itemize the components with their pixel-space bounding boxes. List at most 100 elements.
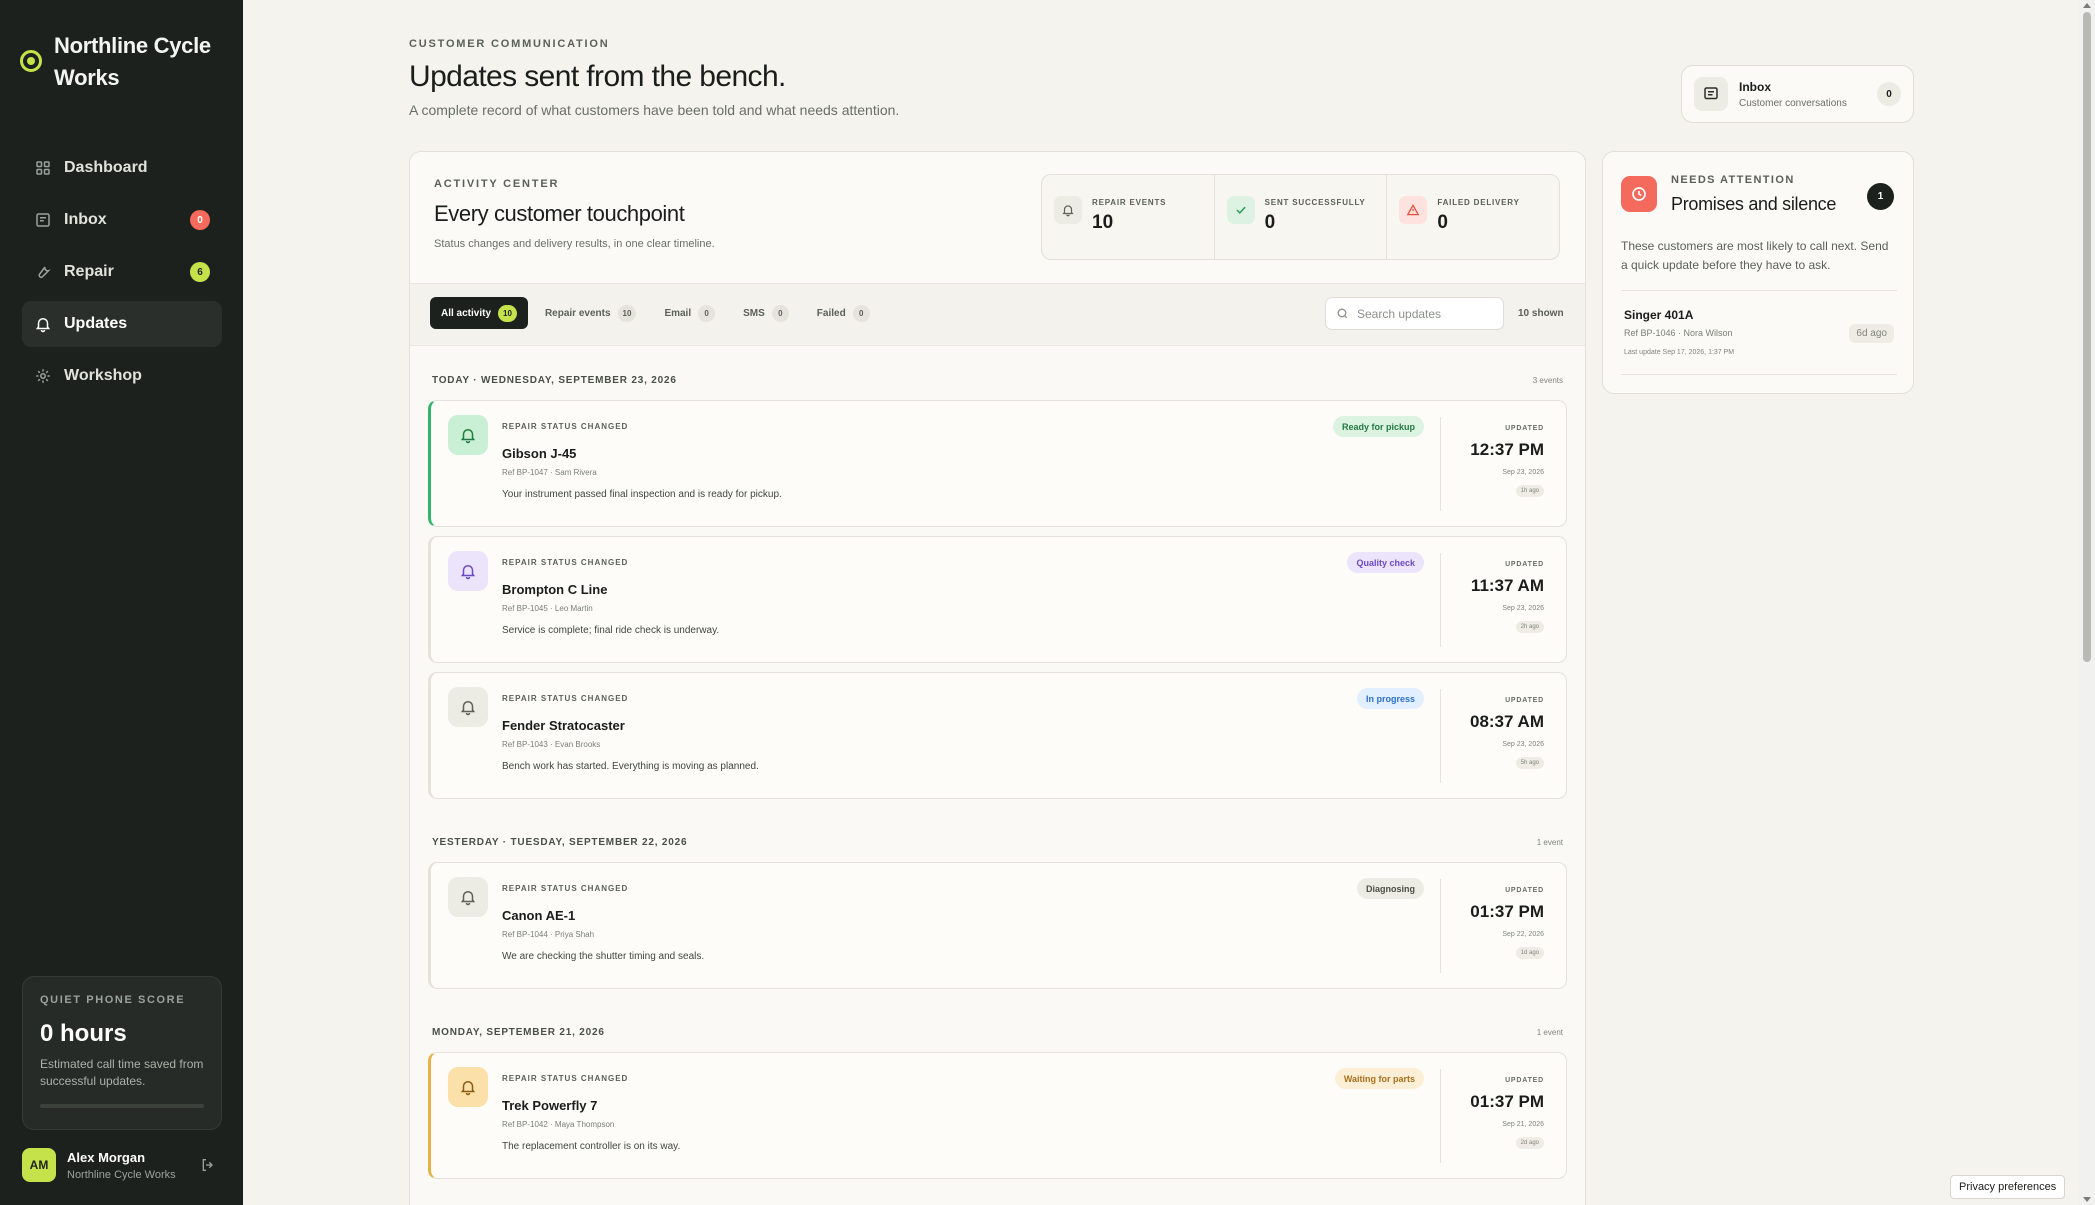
- logout-icon[interactable]: [200, 1157, 216, 1173]
- tab-label: Email: [664, 307, 692, 319]
- nav-badge: 6: [190, 262, 210, 282]
- event-age: 2h ago: [1515, 621, 1544, 633]
- tab-sms[interactable]: SMS 0: [732, 297, 800, 329]
- sidebar-item-dashboard[interactable]: Dashboard: [22, 145, 222, 191]
- brand[interactable]: Northline Cycle Works: [20, 30, 214, 94]
- event-message: Bench work has started. Everything is mo…: [502, 761, 759, 772]
- event-card[interactable]: REPAIR STATUS CHANGED Trek Powerfly 7 Ref …: [428, 1052, 1567, 1179]
- event-age: 2d ago: [1515, 1137, 1544, 1149]
- bell-icon: [448, 415, 488, 455]
- tab-repair-events[interactable]: Repair events 10: [534, 297, 648, 329]
- event-card[interactable]: REPAIR STATUS CHANGED Canon AE-1 Ref BP-10…: [428, 862, 1567, 989]
- event-message: We are checking the shutter timing and s…: [502, 951, 705, 962]
- attention-item-ref: Ref BP-1046 · Nora Wilson: [1624, 328, 1733, 338]
- scroll-down-arrow-icon[interactable]: [2083, 1197, 2091, 1202]
- scroll-up-arrow-icon[interactable]: [2083, 3, 2091, 8]
- event-message: Your instrument passed final inspection …: [502, 489, 782, 500]
- time-label: UPDATED: [1505, 697, 1544, 704]
- time-value: 01:37 PM: [1470, 1092, 1544, 1111]
- status-badge: Ready for pickup: [1332, 416, 1424, 437]
- stat-value: 0: [1437, 212, 1448, 233]
- activity-toolbar: All activity 10 Repair events 10 Email 0 SMS 0 F…: [410, 284, 1585, 346]
- event-age: 1h ago: [1515, 485, 1544, 497]
- event-age: 1d ago: [1515, 947, 1544, 959]
- tab-all-activity[interactable]: All activity 10: [430, 297, 528, 329]
- day-event-count: 1 event: [1536, 1027, 1563, 1037]
- user-org: Northline Cycle Works: [67, 1168, 176, 1181]
- tab-label: SMS: [743, 307, 765, 319]
- event-kind: REPAIR STATUS CHANGED: [502, 1074, 629, 1083]
- page-eyebrow: CUSTOMER COMMUNICATION: [409, 38, 610, 50]
- event-date: Sep 22, 2026: [1502, 931, 1544, 938]
- event-title: Brompton C Line: [502, 582, 608, 597]
- scrollbar[interactable]: [2079, 0, 2095, 1205]
- stat-value: 0: [1264, 212, 1276, 233]
- event-card[interactable]: REPAIR STATUS CHANGED Brompton C Line Ref …: [428, 536, 1567, 663]
- activity-panel: ACTIVITY CENTER Every customer touchpoin…: [409, 151, 1586, 1205]
- time-value: 08:37 AM: [1469, 712, 1544, 731]
- sidebar-item-inbox[interactable]: Inbox 0: [22, 197, 222, 243]
- inbox-shortcut-card[interactable]: Inbox Customer conversations 0: [1681, 65, 1914, 123]
- stat-value: 10: [1092, 212, 1114, 233]
- event-time-block: UPDATED 08:37 AM Sep 23, 2026 5h ago: [1444, 697, 1544, 769]
- sidebar: Northline Cycle Works Dashboard Inbox 0 Rep…: [0, 0, 243, 1205]
- gear-icon: [34, 367, 52, 385]
- event-card[interactable]: REPAIR STATUS CHANGED Fender Stratocaster…: [428, 672, 1567, 799]
- day-label: YESTERDAY · TUESDAY, SEPTEMBER 22, 2026: [432, 836, 688, 848]
- score-description: Estimated call time saved from successfu…: [40, 1057, 204, 1088]
- event-ref: Ref BP-1043 · Evan Brooks: [502, 740, 601, 749]
- scrollbar-thumb[interactable]: [2083, 12, 2091, 662]
- attention-item[interactable]: Singer 401A Ref BP-1046 · Nora Wilson La…: [1621, 290, 1897, 375]
- sidebar-item-updates[interactable]: Updates: [22, 301, 222, 347]
- attention-item-name: Singer 401A: [1624, 308, 1694, 322]
- tab-count: 10: [617, 304, 637, 322]
- shown-count: 10 shown: [1518, 308, 1564, 319]
- stat-sent-successfully: SENT SUCCESSFULLY 0: [1215, 175, 1388, 259]
- event-title: Canon AE-1: [502, 908, 576, 923]
- sidebar-item-label: Repair: [64, 263, 114, 280]
- stat-failed-delivery: FAILED DELIVERY 0: [1387, 175, 1559, 259]
- privacy-preferences-button[interactable]: Privacy preferences: [1950, 1175, 2066, 1199]
- event-kind: REPAIR STATUS CHANGED: [502, 884, 629, 893]
- score-value: 0 hours: [40, 1020, 127, 1047]
- event-divider: [1440, 1069, 1441, 1163]
- bell-icon: [34, 315, 52, 333]
- event-message: Service is complete; final ride check is…: [502, 625, 720, 636]
- search-input[interactable]: [1357, 306, 1487, 321]
- tab-failed[interactable]: Failed 0: [806, 297, 881, 329]
- event-date: Sep 23, 2026: [1502, 469, 1544, 476]
- day-event-count: 3 events: [1532, 375, 1563, 385]
- bell-icon: [448, 687, 488, 727]
- time-label: UPDATED: [1505, 425, 1544, 432]
- sidebar-item-repair[interactable]: Repair 6: [22, 249, 222, 295]
- tab-label: All activity: [441, 307, 492, 319]
- event-age: 5h ago: [1515, 757, 1544, 769]
- page-title: Updates sent from the bench.: [409, 60, 786, 93]
- event-divider: [1440, 417, 1441, 511]
- day-label: TODAY · WEDNESDAY, SEPTEMBER 23, 2026: [432, 374, 677, 386]
- stat-label: FAILED DELIVERY: [1437, 198, 1520, 207]
- time-label: UPDATED: [1505, 1077, 1544, 1084]
- avatar[interactable]: AM: [22, 1148, 56, 1182]
- activity-feed: TODAY · WEDNESDAY, SEPTEMBER 23, 2026 3 e…: [410, 346, 1585, 1205]
- attention-eyebrow: NEEDS ATTENTION: [1671, 174, 1795, 186]
- stat-label: SENT SUCCESSFULLY: [1264, 198, 1366, 207]
- event-time-block: UPDATED 12:37 PM Sep 23, 2026 1h ago: [1444, 425, 1544, 497]
- event-time-block: UPDATED 01:37 PM Sep 21, 2026 2d ago: [1444, 1077, 1544, 1149]
- time-label: UPDATED: [1505, 887, 1544, 894]
- event-title: Trek Powerfly 7: [502, 1098, 598, 1113]
- event-card[interactable]: REPAIR STATUS CHANGED Gibson J-45 Ref BP-1…: [428, 400, 1567, 527]
- inbox-icon: [34, 211, 52, 229]
- tab-count: 10: [498, 304, 517, 322]
- score-progress-bar: [40, 1104, 204, 1108]
- wrench-icon: [34, 263, 52, 281]
- time-label: UPDATED: [1505, 561, 1544, 568]
- status-badge: Waiting for parts: [1334, 1068, 1424, 1089]
- bell-icon: [448, 877, 488, 917]
- status-badge: Diagnosing: [1357, 878, 1424, 899]
- tab-count: 0: [698, 304, 716, 322]
- sidebar-item-label: Updates: [64, 315, 128, 332]
- sidebar-item-workshop[interactable]: Workshop: [22, 353, 222, 399]
- search-box[interactable]: [1325, 297, 1504, 330]
- tab-email[interactable]: Email 0: [653, 297, 726, 329]
